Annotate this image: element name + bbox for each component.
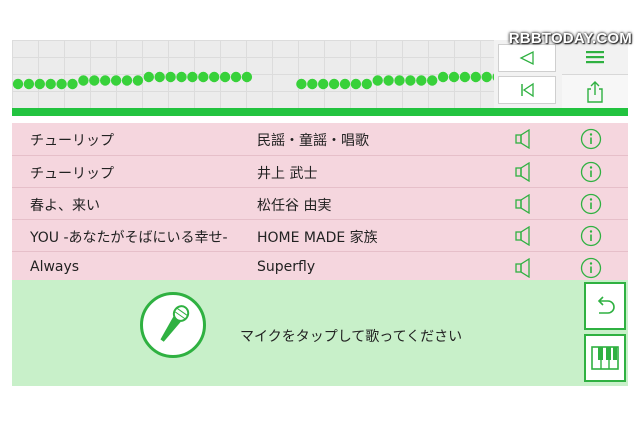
song-artist: 松任谷 由実 bbox=[257, 198, 332, 214]
info-icon[interactable] bbox=[580, 128, 602, 154]
pitch-note bbox=[394, 75, 405, 86]
pitch-note bbox=[78, 75, 89, 86]
song-title: チューリップ bbox=[30, 133, 114, 149]
pitch-note bbox=[23, 78, 35, 90]
pitch-note bbox=[241, 71, 253, 83]
undo-button[interactable] bbox=[584, 282, 626, 330]
pitch-note bbox=[383, 75, 394, 86]
microphone-icon bbox=[160, 305, 190, 342]
pitch-note bbox=[361, 78, 372, 90]
pitch-note bbox=[12, 78, 24, 90]
triangle-left-icon bbox=[519, 50, 534, 66]
pitch-note bbox=[89, 75, 100, 86]
song-title: チューリップ bbox=[30, 166, 114, 182]
song-artist: HOME MADE 家族 bbox=[257, 230, 378, 246]
pitch-note bbox=[296, 78, 307, 90]
hamburger-icon bbox=[586, 51, 604, 64]
pitch-note bbox=[470, 71, 481, 83]
pitch-note bbox=[448, 71, 460, 83]
list-item[interactable]: 春よ、来い 松任谷 由実 bbox=[12, 187, 628, 219]
speaker-icon[interactable] bbox=[514, 161, 536, 186]
pitch-note bbox=[481, 71, 492, 83]
info-icon[interactable] bbox=[580, 161, 602, 187]
progress-divider bbox=[12, 108, 628, 116]
list-item[interactable]: チューリップ 民謡・童謡・唱歌 bbox=[12, 123, 628, 155]
watermark: RBBTODAY.COM bbox=[508, 30, 632, 47]
pitch-note bbox=[198, 71, 209, 83]
pitch-note bbox=[350, 78, 362, 90]
pitch-note bbox=[372, 75, 383, 86]
pitch-note bbox=[187, 71, 198, 83]
pitch-note bbox=[34, 78, 45, 90]
pitch-note bbox=[121, 75, 133, 86]
speaker-icon[interactable] bbox=[514, 128, 536, 153]
undo-icon bbox=[597, 296, 615, 314]
speaker-icon[interactable] bbox=[514, 257, 536, 282]
share-icon bbox=[587, 80, 603, 103]
song-title: Always bbox=[30, 259, 80, 275]
list-item[interactable]: Always Superfly bbox=[12, 251, 628, 283]
list-item[interactable]: YOU -あなたがそばにいる幸せ- HOME MADE 家族 bbox=[12, 219, 628, 251]
pitch-note bbox=[416, 75, 427, 86]
pitch-note bbox=[339, 78, 351, 90]
pitch-note bbox=[427, 75, 438, 86]
pitch-note bbox=[100, 75, 111, 86]
mic-panel: マイクをタップして歌ってください bbox=[12, 280, 628, 386]
info-icon[interactable] bbox=[580, 225, 602, 251]
share-button[interactable] bbox=[562, 74, 628, 108]
song-list: チューリップ 民謡・童謡・唱歌 チューリップ 井上 武士 春よ、来い 松任谷 由… bbox=[12, 123, 628, 283]
karaoke-app: チューリップ 民謡・童謡・唱歌 チューリップ 井上 武士 春よ、来い 松任谷 由… bbox=[12, 40, 628, 386]
pitch-note bbox=[405, 75, 416, 86]
rewind-button[interactable] bbox=[498, 76, 556, 104]
song-artist: 民謡・童謡・唱歌 bbox=[257, 133, 369, 149]
pitch-display bbox=[12, 40, 494, 108]
song-title: 春よ、来い bbox=[30, 198, 100, 214]
pitch-note bbox=[328, 78, 340, 90]
control-column bbox=[494, 40, 628, 108]
skip-back-icon bbox=[521, 82, 534, 98]
pitch-note bbox=[209, 71, 220, 83]
pitch-notes bbox=[12, 71, 494, 90]
pitch-note bbox=[110, 75, 122, 86]
piano-keys-icon bbox=[591, 346, 619, 370]
pitch-note bbox=[230, 71, 242, 83]
pitch-note bbox=[219, 71, 231, 83]
pitch-note bbox=[56, 78, 67, 90]
pitch-note bbox=[307, 78, 318, 90]
pitch-note bbox=[67, 78, 78, 90]
speaker-icon[interactable] bbox=[514, 225, 536, 250]
pitch-note bbox=[143, 71, 154, 83]
pitch-note bbox=[459, 71, 471, 83]
pitch-note bbox=[437, 71, 449, 83]
keyboard-button[interactable] bbox=[584, 334, 626, 382]
mic-button[interactable] bbox=[140, 292, 206, 358]
song-artist: 井上 武士 bbox=[257, 166, 318, 182]
pitch-note bbox=[176, 71, 187, 83]
song-title: YOU -あなたがそばにいる幸せ- bbox=[30, 230, 228, 246]
pitch-note bbox=[154, 71, 165, 83]
pitch-note bbox=[132, 75, 144, 86]
speaker-icon[interactable] bbox=[514, 193, 536, 218]
pitch-note bbox=[45, 78, 56, 90]
mic-prompt: マイクをタップして歌ってください bbox=[240, 329, 463, 345]
pitch-note bbox=[165, 71, 176, 83]
song-artist: Superfly bbox=[257, 259, 316, 275]
pitch-note bbox=[318, 78, 329, 90]
back-button[interactable] bbox=[498, 44, 556, 72]
list-item[interactable]: チューリップ 井上 武士 bbox=[12, 155, 628, 187]
info-icon[interactable] bbox=[580, 193, 602, 219]
